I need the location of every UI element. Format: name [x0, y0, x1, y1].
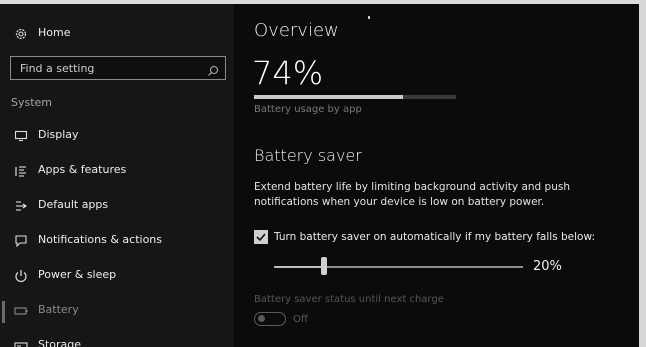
sidebar-item-label: Display — [38, 128, 79, 141]
threshold-value: 20% — [533, 259, 562, 274]
sidebar-item-power-sleep[interactable]: Power & sleep — [0, 264, 234, 288]
gear-icon — [12, 25, 30, 43]
power-icon — [12, 267, 30, 285]
search-input[interactable] — [20, 57, 200, 79]
sidebar-item-notifications[interactable]: Notifications & actions — [0, 229, 234, 253]
slider-fill — [274, 266, 324, 268]
sidebar-item-label: Apps & features — [38, 163, 127, 176]
toggle-state-label: Off — [293, 314, 308, 325]
battery-level-fill — [254, 95, 404, 99]
battery-saver-description: Extend battery life by limiting backgrou… — [254, 181, 570, 208]
sidebar-item-default-apps[interactable]: Default apps — [0, 194, 234, 218]
sidebar-item-label: Power & sleep — [38, 268, 117, 281]
storage-icon — [12, 337, 30, 347]
battery-icon — [12, 302, 30, 320]
battery-percentage: 74% — [252, 54, 324, 92]
slider-thumb[interactable] — [320, 257, 327, 275]
toggle-knob — [258, 315, 265, 322]
sidebar-item-label: Default apps — [38, 198, 109, 211]
home-label: Home — [38, 26, 71, 39]
sidebar-item-label: Battery — [38, 303, 79, 316]
threshold-slider[interactable] — [274, 257, 523, 277]
window-right-edge — [639, 0, 646, 347]
sidebar-item-label: Notifications & actions — [38, 233, 163, 246]
overview-heading: Overview — [254, 20, 339, 41]
search-box[interactable] — [10, 56, 226, 80]
battery-settings-panel: Overview 74% Battery usage by app Batter… — [234, 4, 639, 347]
sidebar-item-battery[interactable]: Battery — [0, 299, 234, 323]
sidebar-item-display[interactable]: Display — [0, 124, 234, 148]
sidebar-item-home[interactable]: Home — [0, 22, 234, 46]
sidebar-item-storage[interactable]: Storage — [0, 334, 234, 347]
sidebar-item-apps-features[interactable]: Apps & features — [0, 159, 234, 183]
default-apps-icon — [12, 197, 30, 215]
auto-saver-checkbox[interactable] — [254, 230, 268, 244]
settings-sidebar: Home System Display — [0, 4, 234, 347]
battery-saver-toggle[interactable] — [254, 312, 286, 326]
section-heading-system: System — [11, 96, 53, 109]
sidebar-item-label: Storage — [38, 338, 82, 347]
saver-status-label: Battery saver status until next charge — [254, 294, 444, 305]
notification-icon — [12, 232, 30, 250]
display-icon — [12, 127, 30, 145]
apps-list-icon — [12, 162, 30, 180]
search-icon[interactable] — [207, 62, 219, 76]
auto-saver-checkbox-label[interactable]: Turn battery saver on automatically if m… — [274, 231, 595, 243]
checkmark-icon — [256, 233, 266, 242]
battery-level-bar — [254, 95, 456, 99]
battery-usage-link[interactable]: Battery usage by app — [254, 104, 362, 115]
battery-saver-heading: Battery saver — [254, 146, 362, 165]
mouse-cursor — [368, 16, 370, 19]
